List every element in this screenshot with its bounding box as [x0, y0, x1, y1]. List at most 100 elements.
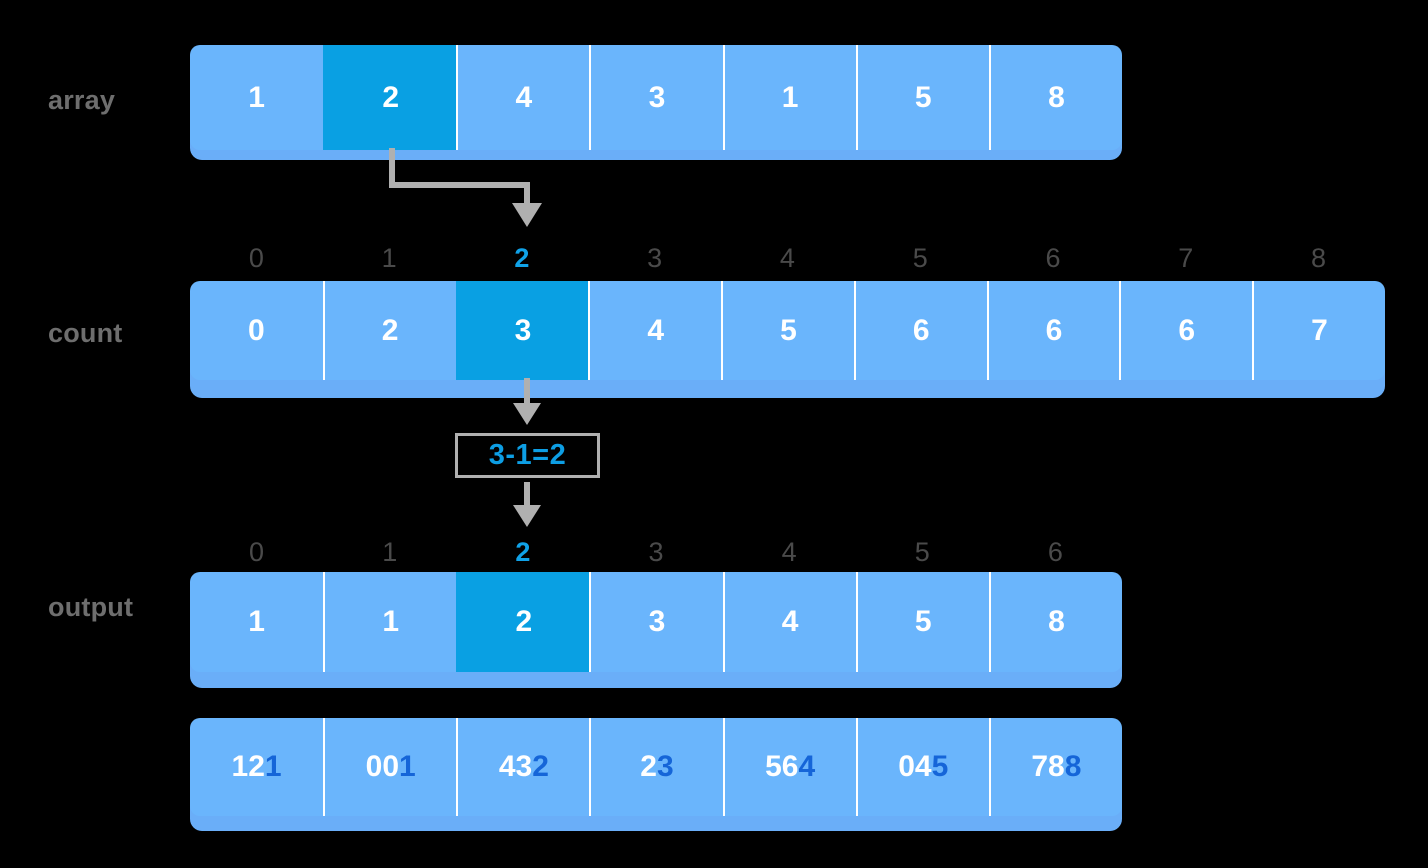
output-cell[interactable]: 4	[722, 572, 856, 672]
diagram-canvas: array 1243158 count 012345678 023456667 …	[0, 0, 1428, 868]
array-cell-value: 3	[648, 80, 666, 114]
count-cell[interactable]: 6	[986, 281, 1120, 380]
array-cell-value: 1	[248, 80, 265, 114]
output-cell[interactable]: 5	[855, 572, 989, 672]
count-cell[interactable]: 7	[1252, 281, 1385, 380]
formula-text: 3-1=2	[488, 439, 567, 471]
trace-row-container: 12 1 00 1 43 2 2 3 56 4 04 5 78 8	[190, 718, 1122, 831]
output-row-container: 1 1 2 3 4 5 8	[190, 572, 1122, 688]
trace-cell-prefix: 04	[898, 750, 932, 783]
output-cell-value: 5	[914, 605, 932, 638]
trace-cell[interactable]: 04 5	[855, 718, 989, 816]
array-row-container: 1 2 4 3 1 5 8	[190, 45, 1122, 160]
count-index-strip: 0 1 2 3 4 5 6 7 8	[190, 243, 1385, 274]
output-cell-value: 8	[1048, 605, 1065, 638]
trace-cell-prefix: 12	[231, 750, 265, 783]
array-cell[interactable]: 1	[190, 45, 324, 150]
output-index: 5	[914, 537, 930, 567]
count-cells: 0 2 3 4 5 6 6 6 7	[190, 281, 1385, 380]
trace-cell-suffix: 5	[931, 750, 949, 783]
output-cells: 1 1 2 3 4 5 8	[190, 572, 1122, 672]
output-cell-value: 1	[248, 605, 265, 638]
output-cell[interactable]: 8	[988, 572, 1122, 672]
count-index: 0	[248, 243, 264, 273]
count-index: 3	[647, 243, 663, 273]
count-cell[interactable]: 2	[322, 281, 456, 380]
trace-cells: 12 1 00 1 43 2 2 3 56 4 04 5 78 8	[190, 718, 1122, 816]
array-cells: 1 2 4 3 1 5 8	[190, 45, 1122, 150]
array-cell[interactable]: 1	[722, 45, 856, 150]
count-cell-value: 6	[912, 313, 930, 347]
count-cell[interactable]: 4	[588, 281, 722, 380]
count-index: 5	[912, 243, 928, 273]
output-cell-value: 2	[515, 605, 533, 638]
row-label-count: count	[48, 318, 123, 348]
output-cell[interactable]: 3	[589, 572, 723, 672]
count-cell-value: 4	[647, 313, 665, 347]
count-index: 4	[779, 243, 795, 273]
trace-cell-prefix: 56	[765, 750, 799, 783]
output-index: 6	[1047, 537, 1063, 567]
count-cell[interactable]: 6	[1119, 281, 1253, 380]
trace-cell-suffix: 1	[264, 750, 282, 783]
count-cell-value: 0	[248, 313, 265, 347]
count-cell-value: 6	[1045, 313, 1063, 347]
output-index-strip: 0 1 2 3 4 5 6	[190, 537, 1122, 568]
array-cell-value: 1	[781, 80, 799, 114]
array-cell[interactable]: 3	[589, 45, 723, 150]
array-cell-value: 4	[515, 80, 533, 114]
trace-cell[interactable]: 00 1	[323, 718, 457, 816]
output-cell[interactable]: 1	[323, 572, 457, 672]
trace-cell-suffix: 8	[1064, 750, 1082, 783]
output-cell[interactable]: 2	[456, 572, 590, 672]
count-cell-value: 7	[1311, 313, 1328, 347]
trace-cell-prefix: 43	[498, 750, 533, 783]
array-cell-value: 8	[1048, 80, 1065, 114]
array-cell[interactable]: 5	[855, 45, 989, 150]
arrow-formula-to-output-head	[513, 505, 541, 527]
output-cell[interactable]: 1	[190, 572, 324, 672]
trace-cell[interactable]: 56 4	[722, 718, 856, 816]
trace-cell-suffix: 3	[656, 750, 674, 783]
trace-cell[interactable]: 23	[589, 718, 723, 816]
output-cell-value: 4	[781, 605, 799, 638]
output-index: 0	[249, 537, 265, 567]
count-cell-value: 2	[381, 313, 399, 347]
count-cell[interactable]: 3	[455, 281, 589, 380]
count-cell-value: 6	[1178, 313, 1196, 347]
output-index: 1	[382, 537, 398, 567]
trace-cell-prefix: 2	[640, 750, 657, 783]
count-index: 7	[1178, 243, 1194, 273]
output-index: 2	[515, 537, 531, 567]
count-index: 1	[381, 243, 397, 273]
output-index: 4	[781, 537, 797, 567]
array-cell-value: 2	[382, 80, 400, 114]
count-row-container: 0 2 3 4 5 6 6 6 7	[190, 281, 1385, 398]
output-cell-value: 1	[382, 605, 400, 638]
arrow-array-to-count-head	[512, 203, 542, 227]
row-label-array: array	[48, 85, 116, 115]
array-cell[interactable]: 4	[456, 45, 590, 150]
trace-cell-prefix: 00	[365, 750, 400, 783]
trace-cell-prefix: 78	[1031, 750, 1065, 783]
count-cell[interactable]: 6	[853, 281, 987, 380]
formula-box: 3-1=2	[455, 433, 600, 478]
output-cell-value: 3	[648, 605, 666, 638]
array-cell[interactable]: 8	[988, 45, 1122, 150]
array-cell-value: 5	[914, 80, 932, 114]
count-index: 2	[514, 243, 530, 273]
count-cell-value: 5	[780, 313, 797, 347]
trace-cell[interactable]: 78 8	[988, 718, 1122, 816]
array-cell[interactable]: 2	[323, 45, 457, 150]
count-index: 6	[1045, 243, 1061, 273]
output-index: 3	[648, 537, 664, 567]
trace-cell-suffix: 2	[532, 750, 549, 783]
count-cell[interactable]: 5	[721, 281, 854, 380]
count-cell-value: 3	[514, 313, 532, 347]
trace-cell[interactable]: 12 1	[190, 718, 324, 816]
count-cell[interactable]: 0	[190, 281, 323, 380]
trace-cell-suffix: 1	[399, 750, 416, 783]
row-label-output: output	[48, 592, 134, 622]
trace-cell[interactable]: 43 2	[456, 718, 590, 816]
count-index: 8	[1310, 243, 1327, 273]
